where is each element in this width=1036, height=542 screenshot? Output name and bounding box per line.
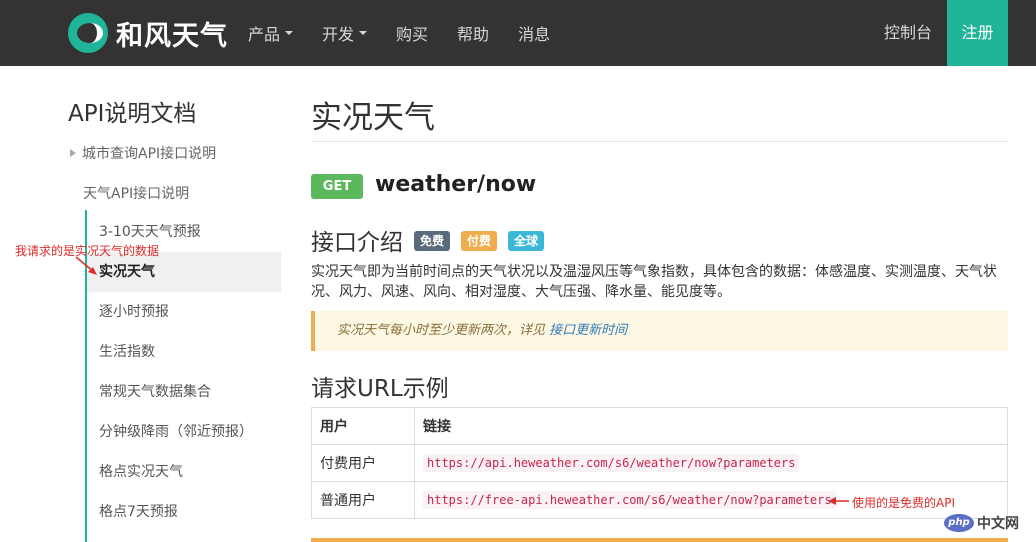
tag-free: 免费 xyxy=(414,231,451,251)
url-code[interactable]: https://free-api.heweather.com/s6/weathe… xyxy=(423,491,836,509)
update-time-link[interactable]: 接口更新时间 xyxy=(549,323,627,338)
table-header-row: 用户 链接 xyxy=(311,407,1008,445)
nav-item-label: 购买 xyxy=(396,25,429,44)
annotation-right: 使用的是免费的API xyxy=(852,496,955,510)
sidebar-item-city-api[interactable]: 城市查询API接口说明 xyxy=(70,143,216,163)
brand-name: 和风天气 xyxy=(116,20,228,52)
page-title: 实况天气 xyxy=(311,100,435,136)
cell-user: 普通用户 xyxy=(311,481,415,519)
divider xyxy=(311,141,1008,142)
brand-logo[interactable]: 和风天气 xyxy=(68,13,228,53)
chevron-down-icon xyxy=(285,31,294,35)
api-description: 实况天气即为当前时间点的天气状况以及温湿风压等气象指数，具体包含的数据：体感温度… xyxy=(311,264,997,300)
url-heading: 请求URL示例 xyxy=(311,376,449,402)
main-nav: 产品 开发 购买 帮助 消息 xyxy=(248,0,579,66)
sidebar-item-lifestyle[interactable]: 生活指数 xyxy=(87,332,281,372)
sidebar-item-label: 城市查询API接口说明 xyxy=(82,146,217,162)
sidebar-item-hourly[interactable]: 逐小时预报 xyxy=(87,292,281,332)
tag-paid: 付费 xyxy=(461,231,498,251)
nav-item-label: 帮助 xyxy=(457,25,490,44)
tag-global: 全球 xyxy=(508,231,545,251)
nav-item-help[interactable]: 帮助 xyxy=(457,21,489,45)
nav-item-develop[interactable]: 开发 xyxy=(322,21,368,45)
caret-right-icon xyxy=(70,149,76,157)
sidebar-item-grid-7day[interactable]: 格点7天预报 xyxy=(87,492,281,532)
cell-user: 付费用户 xyxy=(311,444,415,482)
intro-heading: 接口介绍 xyxy=(311,230,403,256)
nav-item-messages[interactable]: 消息 xyxy=(518,21,550,45)
sidebar-item-collection[interactable]: 常规天气数据集合 xyxy=(87,372,281,412)
sidebar-title: API说明文档 xyxy=(68,101,197,127)
column-header-link: 链接 xyxy=(414,407,1008,445)
next-note-edge xyxy=(311,538,1008,542)
watermark: php 中文网 xyxy=(944,513,1019,533)
top-navbar: 和风天气 产品 开发 购买 帮助 消息 控制台 注册 xyxy=(0,0,1036,66)
endpoint-path: weather/now xyxy=(375,172,537,197)
sidebar-item-grid-now[interactable]: 格点实况天气 xyxy=(87,452,281,492)
register-button[interactable]: 注册 xyxy=(947,0,1008,66)
nav-item-label: 开发 xyxy=(322,25,355,44)
method-badge: GET xyxy=(311,174,363,199)
annotation-arrow-icon xyxy=(75,256,97,275)
watermark-text: 中文网 xyxy=(977,516,1019,532)
nav-item-buy[interactable]: 购买 xyxy=(396,21,428,45)
nav-item-label: 产品 xyxy=(248,25,281,44)
logo-icon xyxy=(68,13,108,53)
annotation-arrow-icon xyxy=(828,497,849,505)
column-header-user: 用户 xyxy=(311,407,415,445)
sidebar-item-weather-api[interactable]: 天气API接口说明 xyxy=(83,183,189,203)
sidebar-item-minutely[interactable]: 分钟级降雨（邻近预报） xyxy=(87,412,281,452)
nav-item-label: 消息 xyxy=(518,25,551,44)
update-note: 实况天气每小时至少更新两次，详见 接口更新时间 xyxy=(311,311,1008,351)
console-link[interactable]: 控制台 xyxy=(884,0,932,66)
chevron-down-icon xyxy=(359,31,368,35)
table-row: 付费用户 https://api.heweather.com/s6/weathe… xyxy=(311,444,1008,482)
cell-url: https://api.heweather.com/s6/weather/now… xyxy=(414,444,1008,482)
nav-item-product[interactable]: 产品 xyxy=(248,21,294,45)
note-text: 实况天气每小时至少更新两次，详见 xyxy=(337,323,546,338)
url-code[interactable]: https://api.heweather.com/s6/weather/now… xyxy=(423,454,800,472)
watermark-logo-icon: php xyxy=(944,514,974,532)
